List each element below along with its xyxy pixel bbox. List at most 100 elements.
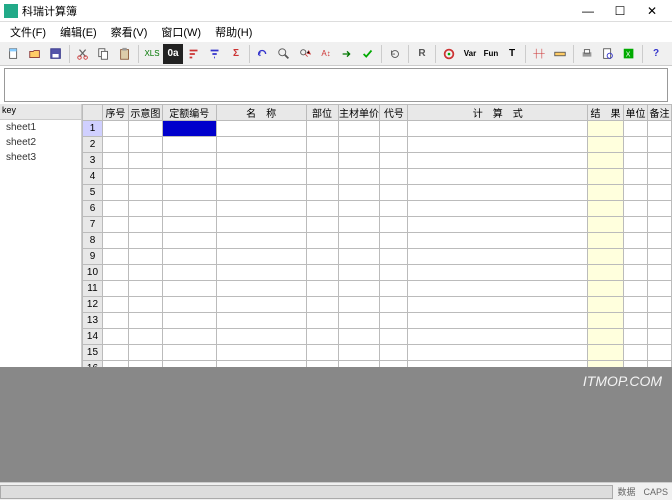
- circle-icon[interactable]: [439, 44, 459, 64]
- row-header[interactable]: 13: [83, 313, 103, 329]
- cell[interactable]: [128, 169, 162, 185]
- cell[interactable]: [216, 169, 306, 185]
- cell[interactable]: [380, 233, 408, 249]
- cell[interactable]: [338, 217, 380, 233]
- cell[interactable]: [338, 137, 380, 153]
- cell[interactable]: [623, 265, 647, 281]
- cell[interactable]: [128, 185, 162, 201]
- excel-icon[interactable]: X: [619, 44, 639, 64]
- cell[interactable]: [408, 121, 588, 137]
- cell[interactable]: [380, 345, 408, 361]
- cell[interactable]: [623, 329, 647, 345]
- cell[interactable]: [102, 233, 128, 249]
- row-header[interactable]: 14: [83, 329, 103, 345]
- cell[interactable]: [128, 281, 162, 297]
- col-header-seq[interactable]: 序号: [102, 105, 128, 121]
- col-header-code[interactable]: 代号: [380, 105, 408, 121]
- cell[interactable]: [128, 297, 162, 313]
- cell[interactable]: [647, 153, 671, 169]
- row-header[interactable]: 2: [83, 137, 103, 153]
- cell[interactable]: [216, 153, 306, 169]
- cell[interactable]: [380, 217, 408, 233]
- cell[interactable]: [306, 137, 338, 153]
- cell[interactable]: [408, 169, 588, 185]
- cell[interactable]: [216, 233, 306, 249]
- menu-window[interactable]: 窗口(W): [155, 22, 207, 42]
- cell[interactable]: [588, 169, 624, 185]
- cell[interactable]: [338, 249, 380, 265]
- cell[interactable]: [380, 281, 408, 297]
- cell[interactable]: [162, 313, 216, 329]
- col-header-unit[interactable]: 单位: [623, 105, 647, 121]
- cell[interactable]: [647, 297, 671, 313]
- cell[interactable]: [162, 121, 216, 137]
- xls-icon[interactable]: XLS: [142, 44, 162, 64]
- cell[interactable]: [647, 265, 671, 281]
- row-header[interactable]: 11: [83, 281, 103, 297]
- row-header[interactable]: 9: [83, 249, 103, 265]
- col-header-quota[interactable]: 定额编号: [162, 105, 216, 121]
- cell[interactable]: [216, 265, 306, 281]
- goto-icon[interactable]: [337, 44, 357, 64]
- zoom-icon[interactable]: ┼┼: [529, 44, 549, 64]
- cell[interactable]: [162, 185, 216, 201]
- row-header[interactable]: 8: [83, 233, 103, 249]
- cell[interactable]: [588, 137, 624, 153]
- cell[interactable]: [128, 249, 162, 265]
- row-header[interactable]: 6: [83, 201, 103, 217]
- cell[interactable]: [338, 153, 380, 169]
- cell[interactable]: [588, 121, 624, 137]
- cell[interactable]: [216, 345, 306, 361]
- col-header-note[interactable]: 备注: [647, 105, 671, 121]
- cell[interactable]: [102, 217, 128, 233]
- cell[interactable]: [623, 313, 647, 329]
- cell[interactable]: [162, 249, 216, 265]
- cell[interactable]: [216, 249, 306, 265]
- col-header-name[interactable]: 名 称: [216, 105, 306, 121]
- open-icon[interactable]: [25, 44, 45, 64]
- cell[interactable]: [338, 345, 380, 361]
- cell[interactable]: [408, 265, 588, 281]
- copy-icon[interactable]: [94, 44, 114, 64]
- cell[interactable]: [306, 265, 338, 281]
- row-header[interactable]: 3: [83, 153, 103, 169]
- horizontal-scrollbar[interactable]: [0, 485, 613, 499]
- cell[interactable]: [102, 313, 128, 329]
- cell[interactable]: [162, 201, 216, 217]
- cell[interactable]: [306, 233, 338, 249]
- cell[interactable]: [128, 329, 162, 345]
- cut-icon[interactable]: [73, 44, 93, 64]
- cell[interactable]: [380, 329, 408, 345]
- cell[interactable]: [102, 201, 128, 217]
- text-icon[interactable]: T: [502, 44, 522, 64]
- sheet-item[interactable]: sheet2: [0, 135, 81, 150]
- cell[interactable]: [162, 169, 216, 185]
- cell[interactable]: [306, 153, 338, 169]
- cell[interactable]: [380, 185, 408, 201]
- cell[interactable]: [128, 233, 162, 249]
- row-header[interactable]: 10: [83, 265, 103, 281]
- cell[interactable]: [338, 281, 380, 297]
- cell[interactable]: [647, 201, 671, 217]
- cell[interactable]: [102, 169, 128, 185]
- cell[interactable]: [408, 233, 588, 249]
- preview-icon[interactable]: [598, 44, 618, 64]
- cell[interactable]: [623, 185, 647, 201]
- cell[interactable]: [588, 329, 624, 345]
- menu-view[interactable]: 察看(V): [105, 22, 154, 42]
- cell[interactable]: [162, 265, 216, 281]
- findnext-icon[interactable]: [295, 44, 315, 64]
- cell[interactable]: [102, 329, 128, 345]
- cell[interactable]: [588, 297, 624, 313]
- cell[interactable]: [623, 297, 647, 313]
- cell[interactable]: [588, 233, 624, 249]
- cell[interactable]: [623, 121, 647, 137]
- cell[interactable]: [408, 201, 588, 217]
- cell[interactable]: [408, 249, 588, 265]
- cell[interactable]: [128, 265, 162, 281]
- cell[interactable]: [306, 345, 338, 361]
- cell[interactable]: [647, 329, 671, 345]
- cell[interactable]: [338, 201, 380, 217]
- filter-icon[interactable]: [205, 44, 225, 64]
- cell[interactable]: [216, 201, 306, 217]
